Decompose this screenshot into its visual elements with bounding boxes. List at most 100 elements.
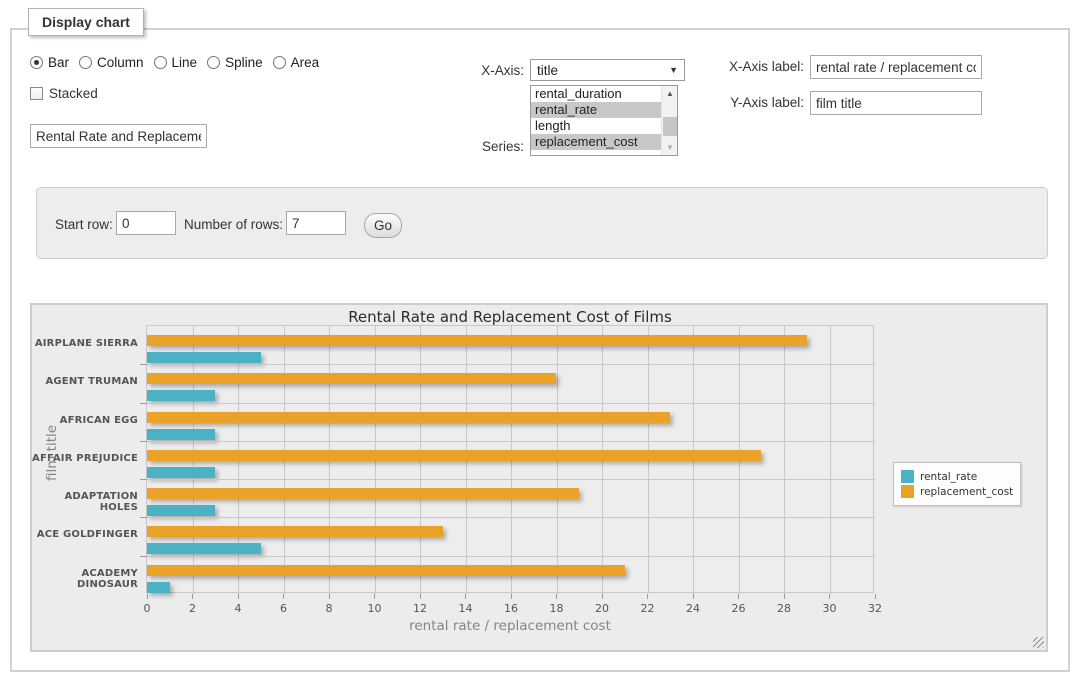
x-axis-selected-value: title — [537, 63, 558, 78]
series-options: rental_durationrental_ratelengthreplacem… — [531, 86, 677, 150]
x-tick-label: 0 — [132, 602, 162, 615]
x-axis-label-input[interactable] — [810, 55, 982, 79]
series-option-replacement_cost[interactable]: replacement_cost — [531, 134, 662, 150]
x-axis-select[interactable]: title ▼ — [530, 59, 685, 81]
x-tick-mark — [147, 594, 148, 599]
chart-type-radio-line[interactable]: Line — [154, 55, 198, 70]
y-tick-mark — [140, 441, 147, 442]
x-axis-select-label: X-Axis: — [440, 63, 524, 78]
x-tick-mark — [829, 594, 830, 599]
chart-type-radio-column[interactable]: Column — [79, 55, 144, 70]
bar-replacement_cost — [147, 335, 807, 346]
chart-title-input[interactable] — [30, 124, 207, 148]
x-tick-label: 10 — [360, 602, 390, 615]
gridline-horizontal — [147, 556, 875, 557]
x-tick-mark — [784, 594, 785, 599]
x-tick-mark — [420, 594, 421, 599]
category-label: AGENT TRUMAN — [32, 376, 138, 387]
y-tick-mark — [140, 517, 147, 518]
x-tick-mark — [192, 594, 193, 599]
legend-entry-replacement_cost: replacement_cost — [901, 485, 1013, 498]
radio-icon[interactable] — [273, 56, 286, 69]
radio-icon[interactable] — [30, 56, 43, 69]
x-tick-mark — [465, 594, 466, 599]
scroll-up-icon[interactable]: ▲ — [662, 86, 678, 101]
bar-replacement_cost — [147, 450, 761, 461]
radio-icon[interactable] — [154, 56, 167, 69]
plot-area: 02468101214161820222426283032 — [146, 325, 874, 593]
chart-title: Rental Rate and Replacement Cost of Film… — [146, 308, 874, 326]
y-tick-mark — [140, 479, 147, 480]
bar-rental_rate — [147, 352, 261, 363]
legend-label: rental_rate — [920, 471, 977, 483]
chart-type-label: Column — [97, 55, 144, 70]
bar-rental_rate — [147, 467, 215, 478]
chart-type-label: Bar — [48, 55, 69, 70]
y-tick-mark — [140, 403, 147, 404]
go-button[interactable]: Go — [364, 213, 402, 238]
chart-type-label: Line — [172, 55, 198, 70]
bar-replacement_cost — [147, 412, 670, 423]
x-tick-label: 22 — [633, 602, 663, 615]
number-of-rows-input[interactable] — [286, 211, 346, 235]
y-tick-mark — [140, 364, 147, 365]
series-option-rental_duration[interactable]: rental_duration — [531, 86, 662, 102]
legend-entry-rental_rate: rental_rate — [901, 470, 1013, 483]
bar-rental_rate — [147, 390, 215, 401]
chart-type-radio-area[interactable]: Area — [273, 55, 320, 70]
category-label: AIRPLANE SIERRA — [32, 338, 138, 349]
gridline-horizontal — [147, 364, 875, 365]
x-tick-label: 24 — [678, 602, 708, 615]
start-row-input[interactable] — [116, 211, 176, 235]
gridline-horizontal — [147, 403, 875, 404]
bar-replacement_cost — [147, 526, 443, 537]
x-tick-label: 2 — [178, 602, 208, 615]
number-of-rows-label: Number of rows: — [184, 217, 283, 232]
stacked-option[interactable]: Stacked — [30, 86, 98, 101]
x-axis-label-label: X-Axis label: — [712, 59, 804, 74]
x-tick-label: 8 — [314, 602, 344, 615]
series-option-length[interactable]: length — [531, 118, 662, 134]
y-axis-label-label: Y-Axis label: — [712, 95, 804, 110]
x-tick-label: 12 — [405, 602, 435, 615]
x-tick-mark — [238, 594, 239, 599]
resize-handle-icon[interactable] — [1033, 637, 1044, 648]
bar-rental_rate — [147, 429, 215, 440]
radio-icon[interactable] — [79, 56, 92, 69]
chart-container: Rental Rate and Replacement Cost of Film… — [30, 303, 1048, 652]
gridline-vertical — [784, 326, 785, 594]
x-axis-title: rental rate / replacement cost — [146, 618, 874, 634]
chart-type-radio-spline[interactable]: Spline — [207, 55, 263, 70]
x-tick-label: 16 — [496, 602, 526, 615]
chart-type-label: Area — [291, 55, 320, 70]
scroll-down-icon[interactable]: ▼ — [662, 140, 678, 155]
scrollbar-thumb[interactable] — [663, 117, 677, 136]
series-option-rental_rate[interactable]: rental_rate — [531, 102, 662, 118]
start-row-label: Start row: — [55, 217, 113, 232]
x-tick-label: 20 — [587, 602, 617, 615]
x-tick-label: 18 — [542, 602, 572, 615]
gridline-vertical — [830, 326, 831, 594]
gridline-horizontal — [147, 479, 875, 480]
stacked-checkbox[interactable] — [30, 87, 43, 100]
series-scrollbar[interactable]: ▲ ▼ — [661, 86, 677, 155]
x-tick-label: 32 — [860, 602, 890, 615]
x-tick-mark — [647, 594, 648, 599]
x-tick-mark — [374, 594, 375, 599]
gridline-horizontal — [147, 517, 875, 518]
x-tick-label: 6 — [269, 602, 299, 615]
series-multiselect[interactable]: rental_durationrental_ratelengthreplacem… — [530, 85, 678, 156]
y-axis-label-input[interactable] — [810, 91, 982, 115]
x-tick-mark — [693, 594, 694, 599]
bar-rental_rate — [147, 543, 261, 554]
chart-type-radio-bar[interactable]: Bar — [30, 55, 69, 70]
x-tick-mark — [602, 594, 603, 599]
legend-swatch — [901, 485, 914, 498]
chart-type-radio-group: Bar Column Line Spline Area — [30, 55, 329, 70]
fieldset-legend: Display chart — [28, 8, 144, 36]
x-tick-label: 26 — [724, 602, 754, 615]
radio-icon[interactable] — [207, 56, 220, 69]
bar-replacement_cost — [147, 565, 625, 576]
category-label: ACE GOLDFINGER — [32, 529, 138, 540]
x-tick-mark — [738, 594, 739, 599]
